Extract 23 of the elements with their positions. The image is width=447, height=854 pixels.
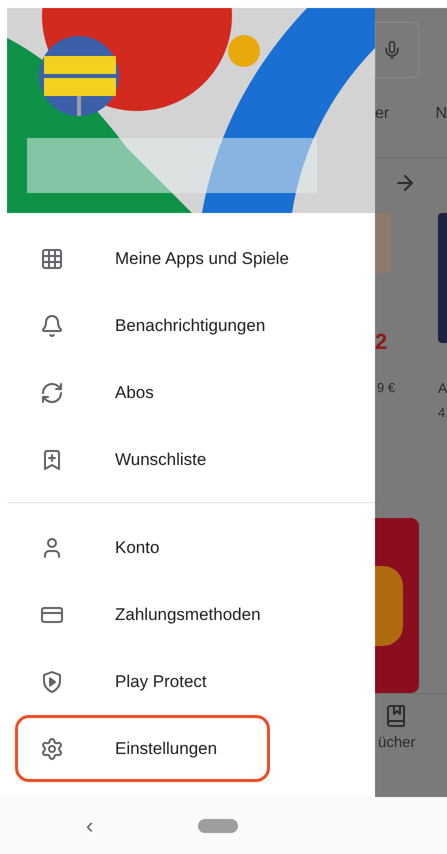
menu-item[interactable]: Zahlungsmethoden [15, 581, 367, 648]
app-price: 9 € [376, 379, 396, 397]
bell-icon [40, 314, 64, 338]
menu-item[interactable]: Abos [15, 359, 367, 426]
app-title: A [438, 379, 447, 398]
menu-item[interactable]: Wunschliste [15, 426, 367, 493]
menu-item[interactable]: Einstellungen [15, 715, 270, 782]
price-label: 2 [375, 328, 388, 356]
shield-play-icon [40, 670, 64, 694]
home-pill[interactable] [198, 818, 238, 832]
app-thumbnail [375, 213, 391, 273]
menu-item[interactable]: Konto [15, 514, 367, 581]
tab-label: er [375, 104, 390, 124]
apps-grid-icon [40, 246, 64, 270]
back-button[interactable]: ‹ [86, 809, 94, 842]
tab-label: N [435, 104, 447, 124]
sync-icon [40, 380, 64, 404]
book-icon [384, 704, 408, 728]
settings-icon [40, 736, 64, 760]
menu-item[interactable]: Benachrichtigungen [15, 292, 367, 359]
menu-item[interactable]: Meine Apps und Spiele [15, 225, 367, 292]
menu-item[interactable]: Play Protect [15, 648, 367, 715]
tab-label: ücher [377, 733, 416, 753]
